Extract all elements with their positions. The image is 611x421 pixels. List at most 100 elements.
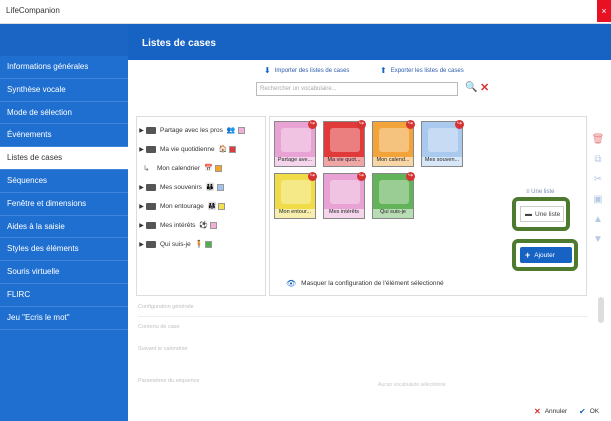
- pictogram-image: [330, 180, 360, 204]
- pictogram-image: [330, 128, 360, 152]
- element-config-panel: Configuration générale Contenu de case S…: [128, 292, 611, 402]
- page-title: Listes de cases: [142, 38, 216, 49]
- side-toolbar: 🗑 ⧉ ✂ ▣ ▲ ▼: [590, 134, 606, 254]
- cut-icon[interactable]: ✂: [590, 174, 606, 194]
- tree-item-label: Mes souvenirs: [160, 183, 202, 191]
- app-window: LifeCompanion × Informations générales Sy…: [0, 0, 611, 421]
- folder-icon: [146, 126, 156, 134]
- une-liste-button[interactable]: ▬ Une liste: [520, 206, 564, 222]
- expand-arrow-icon[interactable]: ▶: [137, 222, 146, 229]
- config-label: Paramètres du séquence: [138, 378, 200, 384]
- cancel-label: Annuler: [544, 408, 568, 415]
- list-tile[interactable]: ↪ Mon calend...: [372, 120, 415, 167]
- search-input[interactable]: Rechercher un vocabulaire...: [256, 82, 458, 96]
- ghost-list-button: ≡ Une liste: [526, 189, 555, 195]
- tree-item[interactable]: ▶ Mon entourage 👨‍👩‍👧: [137, 199, 226, 213]
- link-badge-icon: ↪: [455, 120, 464, 129]
- config-label: Suivant le calendrier: [138, 346, 188, 352]
- sidebar-item[interactable]: Informations générales: [0, 56, 128, 79]
- footer: ✕ Annuler ✔ OK: [128, 404, 611, 421]
- sidebar-item[interactable]: Fenêtre et dimensions: [0, 193, 128, 216]
- sidebar-item[interactable]: Aides à la saisie: [0, 216, 128, 239]
- sidebar-item[interactable]: Synthèse vocale: [0, 79, 128, 102]
- color-swatch: [218, 202, 226, 210]
- pictogram-icon: 👪: [205, 184, 215, 191]
- tree-item[interactable]: ↳ Mon calendrier 📅: [137, 161, 222, 175]
- ajouter-button[interactable]: + Ajouter: [520, 247, 572, 263]
- hide-config-toggle[interactable]: 👁 Masquer la configuration de l'élément …: [286, 279, 444, 288]
- list-tree: ▶ Partage avec les pros 👥 ▶ Ma vie quotidien…: [136, 116, 266, 296]
- tree-item-label: Ma vie quotidienne: [160, 145, 215, 153]
- tree-item[interactable]: ▶ Mes souvenirs 👪: [137, 180, 224, 194]
- ok-button[interactable]: ✔ OK: [579, 407, 599, 416]
- main-panel: Listes de cases ⬇ Importer des listes de…: [128, 24, 611, 421]
- export-icon: ⬆: [380, 66, 387, 75]
- sidebar-item[interactable]: Listes de cases: [0, 147, 128, 170]
- list-tile[interactable]: ↪ Mon entour...: [274, 172, 317, 219]
- move-down-icon[interactable]: ▼: [590, 234, 606, 254]
- sidebar-item[interactable]: Souris virtuelle: [0, 261, 128, 284]
- config-scrollbar[interactable]: [598, 297, 604, 323]
- folder-icon: [146, 183, 156, 191]
- sidebar-item[interactable]: Jeu "Ecris le mot": [0, 307, 128, 330]
- import-button[interactable]: ⬇ Importer des listes de cases: [264, 66, 349, 75]
- tree-item[interactable]: ▶ Mes intérêts ⚽: [137, 218, 218, 232]
- list-tile[interactable]: ↪ Ma vie quot...: [323, 120, 366, 167]
- divider: [138, 316, 588, 317]
- tree-item[interactable]: ▶ Qui suis-je 🧍: [137, 237, 213, 251]
- hide-config-label: Masquer la configuration de l'élément sé…: [301, 280, 444, 287]
- color-swatch: [229, 145, 237, 153]
- color-swatch: [214, 164, 222, 172]
- expand-arrow-icon[interactable]: ▶: [137, 203, 146, 210]
- plus-icon: +: [525, 250, 531, 260]
- move-up-icon[interactable]: ▲: [590, 214, 606, 234]
- paste-icon[interactable]: ▣: [590, 194, 606, 214]
- link-badge-icon: ↪: [357, 172, 366, 181]
- link-badge-icon: ↪: [406, 120, 415, 129]
- window-title: LifeCompanion: [6, 6, 60, 15]
- copy-icon[interactable]: ⧉: [590, 154, 606, 174]
- sidebar-item[interactable]: Mode de sélection: [0, 102, 128, 125]
- link-icon: ↳: [143, 163, 150, 173]
- tree-item[interactable]: ▶ Ma vie quotidienne 🏠: [137, 142, 237, 156]
- list-tile[interactable]: ↪ Qui suis-je: [372, 172, 415, 219]
- folder-icon: [146, 145, 156, 153]
- list-tile[interactable]: ↪ Partage ave...: [274, 120, 317, 167]
- search-icon[interactable]: 🔍: [465, 82, 477, 93]
- import-label: Importer des listes de cases: [274, 67, 350, 74]
- tree-item-label: Mon entourage: [160, 202, 204, 210]
- list-tile[interactable]: ↪ Mes souven...: [421, 120, 464, 167]
- sidebar-item[interactable]: Séquences: [0, 170, 128, 193]
- tree-item-label: Qui suis-je: [160, 240, 191, 248]
- export-button[interactable]: ⬆ Exporter les listes de cases: [380, 66, 464, 75]
- expand-arrow-icon[interactable]: ▶: [137, 241, 146, 248]
- clear-search-icon[interactable]: ✕: [480, 81, 489, 94]
- ok-label: OK: [589, 408, 600, 415]
- expand-arrow-icon[interactable]: ▶: [137, 127, 146, 134]
- delete-icon[interactable]: 🗑: [590, 134, 606, 154]
- expand-arrow-icon[interactable]: ▶: [137, 146, 146, 153]
- tree-item-label: Mon calendrier: [157, 164, 200, 172]
- cancel-button[interactable]: ✕ Annuler: [534, 407, 567, 416]
- page-header: Listes de cases: [128, 24, 611, 60]
- sidebar-item[interactable]: Événements: [0, 124, 128, 148]
- pictogram-image: [428, 128, 458, 152]
- config-empty-note: Aucun vocabulaire sélectionné: [378, 382, 446, 388]
- sidebar-item[interactable]: FLIRC: [0, 284, 128, 307]
- tile-grid: ↪ Qui suis-je ↪ Mes intérêts ↪ Mon entour... ↪…: [269, 116, 587, 296]
- close-icon[interactable]: ×: [597, 0, 611, 22]
- config-label: Contenu de case: [138, 324, 180, 330]
- color-swatch: [210, 221, 218, 229]
- list-tile[interactable]: ↪ Mes intérêts: [323, 172, 366, 219]
- tile-label: Partage ave...: [275, 157, 315, 166]
- ajouter-label: Ajouter: [534, 251, 555, 259]
- link-badge-icon: ↪: [308, 120, 317, 129]
- pictogram-icon: 🏠: [218, 146, 228, 153]
- pictogram-icon: 🧍: [194, 241, 204, 248]
- sidebar-item[interactable]: Styles des éléments: [0, 238, 128, 262]
- config-label: Configuration générale: [138, 304, 194, 310]
- tree-item[interactable]: ▶ Partage avec les pros 👥: [137, 123, 245, 137]
- expand-arrow-icon[interactable]: ▶: [137, 184, 146, 191]
- folder-icon: [146, 240, 156, 248]
- tile-label: Mes souven...: [422, 157, 462, 166]
